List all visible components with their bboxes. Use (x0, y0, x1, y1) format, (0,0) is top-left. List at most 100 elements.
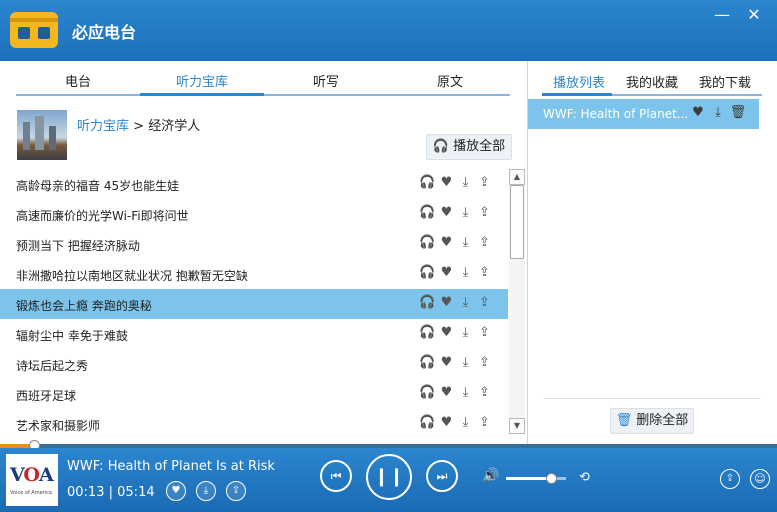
share-icon: ⇪ (231, 485, 241, 496)
left-panel: 电台 听力宝库 听写 原文 听力宝库 > 经济学人 🎧 播放全部 高龄母亲的福音 … (0, 61, 528, 444)
download-icon[interactable]: ⤓ (456, 385, 475, 400)
time-separator: | (108, 485, 113, 500)
title-bar: 必应电台 — ✕ (0, 0, 777, 61)
volume-icon[interactable]: 🔊 (482, 468, 499, 484)
share-icon[interactable]: ⇪ (475, 235, 494, 250)
list-item[interactable]: 高龄母亲的福音 45岁也能生娃 🎧 ♥ ⤓ ⇪ (0, 169, 508, 199)
trash-icon: 🗑 (615, 413, 633, 428)
album-thumbnail (17, 110, 67, 160)
download-icon[interactable]: ⤓ (456, 265, 475, 280)
tab-my-downloads[interactable]: 我的下载 (699, 72, 751, 91)
heart-icon[interactable]: ♥ (437, 235, 456, 250)
share-icon[interactable]: ⇪ (475, 205, 494, 220)
list-item-title: 非洲撒哈拉以南地区就业状况 抱歉暂无空缺 (16, 269, 248, 283)
minimize-icon[interactable]: — (710, 4, 734, 26)
scrollbar-thumb[interactable] (510, 185, 524, 259)
close-icon[interactable]: ✕ (742, 4, 766, 26)
loop-icon[interactable]: ⟲ (579, 470, 590, 485)
app-title: 必应电台 (72, 23, 137, 42)
share-icon[interactable]: ⇪ (475, 355, 494, 370)
heart-icon[interactable]: ♥ (437, 385, 456, 400)
listen-icon[interactable]: 🎧 (418, 295, 437, 310)
share-icon[interactable]: ⇪ (475, 325, 494, 340)
share-icon[interactable]: ⇪ (475, 415, 494, 430)
listen-icon[interactable]: 🎧 (418, 385, 437, 400)
heart-icon[interactable]: ♥ (437, 325, 456, 340)
tab-my-favorites[interactable]: 我的收藏 (626, 72, 678, 91)
favorite-button[interactable]: ♥ (166, 481, 186, 501)
heart-icon[interactable]: ♥ (437, 265, 456, 280)
heart-icon[interactable]: ♥ (437, 355, 456, 370)
heart-icon[interactable]: ♥ (437, 175, 456, 190)
listen-icon[interactable]: 🎧 (418, 205, 437, 220)
download-icon[interactable]: ⤓ (456, 415, 475, 430)
scroll-down-icon[interactable]: ▼ (509, 418, 525, 434)
tab-playlist[interactable]: 播放列表 (553, 72, 605, 91)
scroll-up-icon[interactable]: ▲ (509, 169, 525, 185)
list-item-title: 高速而廉价的光学Wi-Fi即将问世 (16, 209, 189, 223)
download-icon[interactable]: ⤓ (708, 105, 728, 120)
list-item[interactable]: 非洲撒哈拉以南地区就业状况 抱歉暂无空缺 🎧 ♥ ⤓ ⇪ (0, 259, 508, 289)
listen-icon[interactable]: 🎧 (418, 355, 437, 370)
list-item-title: 预测当下 把握经济脉动 (16, 239, 140, 253)
download-icon[interactable]: ⤓ (456, 325, 475, 340)
volume-handle[interactable] (546, 473, 557, 484)
playlist-item[interactable]: WWF: Health of Planet... ♥ ⤓ 🗑 (528, 99, 759, 129)
share-icon[interactable]: ⇪ (475, 175, 494, 190)
share-icon[interactable]: ⇪ (475, 265, 494, 280)
heart-icon[interactable]: ♥ (437, 205, 456, 220)
pause-button[interactable]: ❙❙ (366, 454, 412, 500)
listen-icon[interactable]: 🎧 (418, 265, 437, 280)
list-item[interactable]: 西班牙足球 🎧 ♥ ⤓ ⇪ (0, 379, 508, 409)
tab-dictation[interactable]: 听写 (264, 71, 388, 90)
now-playing-title: WWF: Health of Planet Is at Risk (67, 459, 275, 474)
heart-icon: ♥ (171, 485, 181, 496)
heart-icon[interactable]: ♥ (688, 105, 708, 120)
list-item-selected[interactable]: 锻炼也会上瘾 奔跑的奥秘 🎧 ♥ ⤓ ⇪ (0, 289, 508, 319)
listen-icon[interactable]: 🎧 (418, 235, 437, 250)
volume-slider[interactable] (506, 473, 566, 484)
main-tabs: 电台 听力宝库 听写 原文 (0, 61, 527, 97)
playback-time: 00:13 | 05:14 (67, 485, 155, 500)
share-button[interactable]: ⇪ (226, 481, 246, 501)
player-bar: VOA Voice of America WWF: Health of Plan… (0, 448, 777, 512)
list-item-title: 高龄母亲的福音 45岁也能生娃 (16, 179, 180, 193)
previous-button[interactable]: ⏮ (320, 460, 352, 492)
previous-icon: ⏮ (330, 469, 342, 483)
list-scrollbar[interactable]: ▲ ▼ (509, 169, 525, 434)
list-item[interactable]: 高速而廉价的光学Wi-Fi即将问世 🎧 ♥ ⤓ ⇪ (0, 199, 508, 229)
delete-all-button[interactable]: 🗑 删除全部 (610, 408, 694, 434)
listen-icon[interactable]: 🎧 (418, 175, 437, 190)
heart-icon[interactable]: ♥ (437, 415, 456, 430)
radio-logo-icon (10, 12, 58, 48)
play-all-button[interactable]: 🎧 播放全部 (426, 134, 512, 160)
total-time: 05:14 (117, 485, 155, 500)
list-item[interactable]: 艺术家和摄影师 🎧 ♥ ⤓ ⇪ (0, 409, 508, 439)
feedback-button[interactable]: ☺ (750, 469, 770, 489)
share-icon[interactable]: ⇪ (475, 295, 494, 310)
share-icon[interactable]: ⇪ (475, 385, 494, 400)
tab-radio[interactable]: 电台 (16, 71, 140, 90)
tab-listening-library[interactable]: 听力宝库 (140, 71, 264, 90)
next-icon: ⏭ (436, 469, 448, 483)
list-item[interactable]: 预测当下 把握经济脉动 🎧 ♥ ⤓ ⇪ (0, 229, 508, 259)
share-button[interactable]: ⇪ (720, 469, 740, 489)
download-icon[interactable]: ⤓ (456, 175, 475, 190)
trash-icon[interactable]: 🗑 (728, 105, 748, 120)
smile-icon: ☺ (754, 472, 766, 485)
list-item[interactable]: 辐射尘中 幸免于难鼓 🎧 ♥ ⤓ ⇪ (0, 319, 508, 349)
heart-icon[interactable]: ♥ (437, 295, 456, 310)
list-item[interactable]: 诗坛后起之秀 🎧 ♥ ⤓ ⇪ (0, 349, 508, 379)
list-item-title: 艺术家和摄影师 (16, 419, 101, 433)
download-icon[interactable]: ⤓ (456, 355, 475, 370)
listen-icon[interactable]: 🎧 (418, 415, 437, 430)
download-button[interactable]: ⤓ (196, 481, 216, 501)
next-button[interactable]: ⏭ (426, 460, 458, 492)
tab-transcript[interactable]: 原文 (388, 71, 512, 90)
breadcrumb-root-link[interactable]: 听力宝库 (77, 119, 129, 134)
download-icon: ⤓ (203, 485, 209, 496)
download-icon[interactable]: ⤓ (456, 235, 475, 250)
listen-icon[interactable]: 🎧 (418, 325, 437, 340)
download-icon[interactable]: ⤓ (456, 295, 475, 310)
download-icon[interactable]: ⤓ (456, 205, 475, 220)
